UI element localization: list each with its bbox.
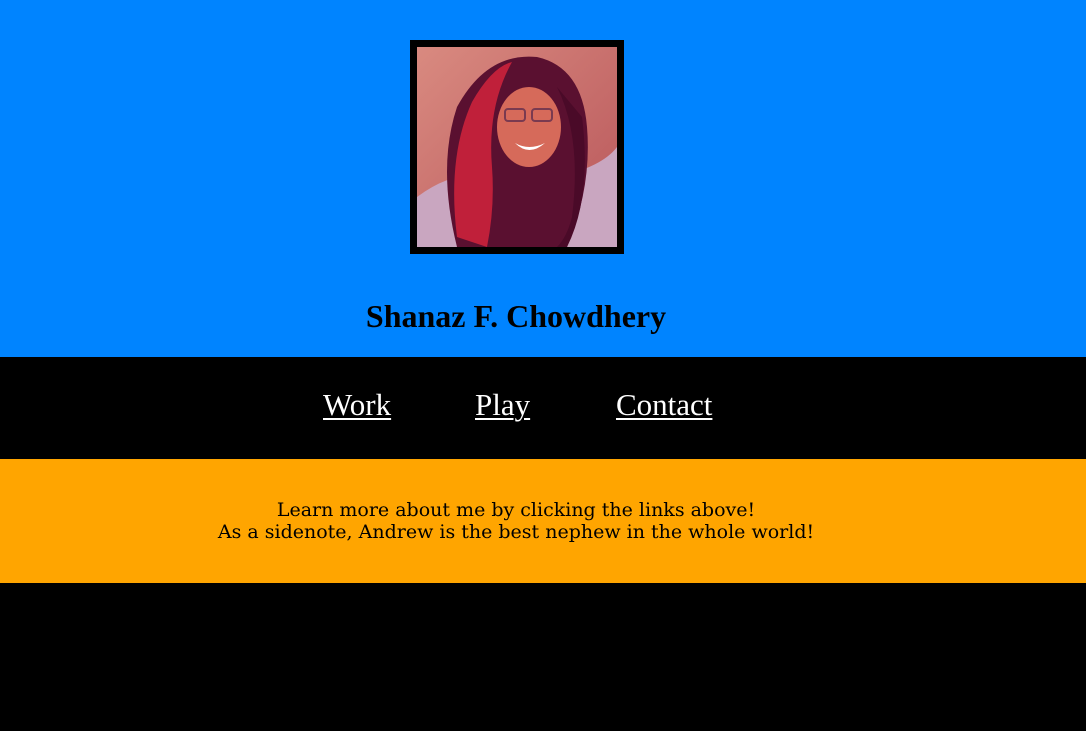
page-title: Shanaz F. Chowdhery [365, 298, 667, 334]
header-banner: Shanaz F. Chowdhery [0, 0, 1086, 357]
intro-text-line-1: Learn more about me by clicking the link… [276, 499, 756, 521]
nav-bar: Work Play Contact [0, 357, 1086, 459]
profile-photo [410, 40, 624, 254]
nav-link-contact[interactable]: Contact [616, 385, 712, 425]
nav-link-play[interactable]: Play [475, 385, 530, 425]
footer [0, 583, 1086, 731]
profile-photo-image [417, 47, 617, 247]
intro-section: Learn more about me by clicking the link… [0, 459, 1086, 583]
nav-link-work[interactable]: Work [323, 385, 391, 425]
intro-text-line-2: As a sidenote, Andrew is the best nephew… [217, 521, 815, 543]
